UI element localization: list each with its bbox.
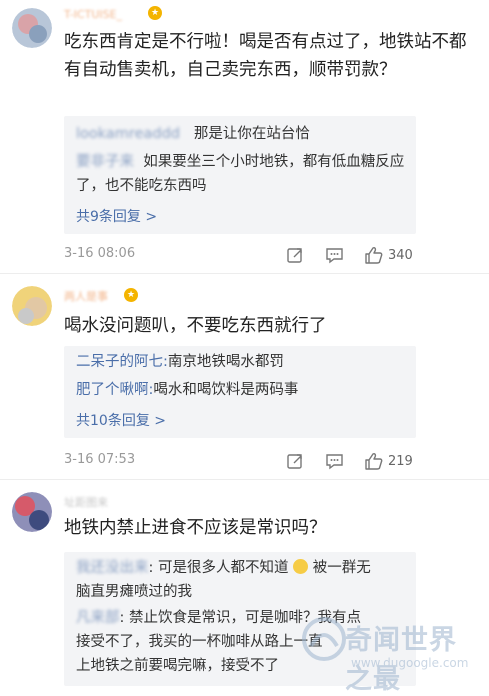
emoji-icon — [293, 559, 309, 574]
share-icon[interactable] — [286, 244, 304, 266]
reply-author[interactable]: lookamreaddd — [76, 126, 180, 142]
like-count: 340 — [388, 247, 413, 263]
comment-meta-row: 3-16 08:06 340 — [64, 244, 469, 266]
like-button[interactable]: 219 — [364, 450, 413, 472]
reply-text: 被一群无 — [312, 560, 371, 576]
reply-author[interactable]: 二呆子的阿七: — [76, 354, 168, 370]
timestamp: 3-16 08:06 — [64, 246, 136, 261]
like-button[interactable]: 340 — [364, 244, 413, 266]
reply-text: 脑直男瘫喷过的我 — [76, 584, 192, 600]
comment-text: 喝水没问题叭，不要吃东西就行了 — [64, 316, 327, 336]
reply-icon[interactable] — [325, 450, 344, 472]
reply-box: 二呆子的阿七:南京地铁喝水都罚 肥了个啾啊:喝水和喝饮料是两码事 共10条回复 … — [64, 346, 416, 438]
thumbs-up-icon — [365, 247, 383, 264]
reply-icon[interactable] — [325, 244, 344, 266]
like-count: 219 — [388, 453, 413, 469]
avatar[interactable] — [12, 492, 52, 532]
comment-username[interactable]: 址距图来 — [64, 494, 108, 510]
reply-author[interactable]: 凡来部 — [76, 610, 120, 626]
reply-item-continuation: 脑直男瘫喷过的我 — [76, 580, 408, 604]
reply-item[interactable]: 我还没出来: 可是很多人都不知道 被一群无 — [76, 556, 408, 580]
reply-item[interactable]: 肥了个啾啊:喝水和喝饮料是两码事 — [76, 378, 408, 402]
reply-box: lookamreaddd 那是让你在站台恰 要非子来 如果要坐三个小时地铁，都有… — [64, 116, 416, 234]
reply-author[interactable]: 肥了个啾啊: — [76, 382, 153, 398]
reply-item[interactable]: 要非子来 如果要坐三个小时地铁，都有低血糖反应了，也不能吃东西吗 — [76, 150, 408, 198]
avatar[interactable] — [12, 8, 52, 48]
comment-card: T-ICTUISE_ ★ 吃东西肯定是不行啦！喝是否有点过了，地铁站不都有自动售… — [0, 0, 489, 274]
vip-badge-icon: ★ — [124, 288, 138, 302]
thumbs-up-icon — [365, 453, 383, 470]
watermark-logo-icon — [302, 617, 346, 661]
reply-text: 接受不了，我买的一杯咖啡从路上一直 — [76, 634, 323, 650]
reply-text: 上地铁之前要喝完嘛，接受不了 — [76, 658, 279, 674]
view-all-replies-link[interactable]: 共9条回复 > — [76, 206, 157, 226]
comment-text: 地铁内禁止进食不应该是常识吗？ — [64, 518, 327, 538]
comment-text: 吃东西肯定是不行啦！喝是否有点过了，地铁站不都有自动售卖机，自己卖完东西，顺带罚… — [64, 32, 467, 80]
site-watermark: 奇闻世界之最 www.dugoogle.com — [301, 612, 481, 695]
reply-text: 南京地铁喝水都罚 — [167, 354, 284, 370]
share-icon[interactable] — [286, 450, 304, 472]
vip-badge-icon: ★ — [148, 6, 162, 20]
comment-username[interactable]: 两人是事 — [64, 288, 108, 304]
comment-card: 两人是事 ★ 喝水没问题叭，不要吃东西就行了 二呆子的阿七:南京地铁喝水都罚 肥… — [0, 274, 489, 480]
reply-text: 那是让你在站台恰 — [193, 126, 310, 142]
reply-item[interactable]: lookamreaddd 那是让你在站台恰 — [76, 122, 408, 146]
comment-meta-row: 3-16 07:53 219 — [64, 450, 469, 472]
reply-text: 喝水和喝饮料是两码事 — [153, 382, 299, 398]
reply-item[interactable]: 二呆子的阿七:南京地铁喝水都罚 — [76, 350, 408, 374]
watermark-url: www.dugoogle.com — [351, 656, 469, 670]
reply-author[interactable]: 要非子来 — [76, 154, 134, 170]
reply-author[interactable]: 我还没出来 — [76, 560, 149, 576]
view-all-replies-link[interactable]: 共10条回复 > — [76, 410, 166, 430]
reply-text: : 可是很多人都不知道 — [148, 560, 289, 576]
timestamp: 3-16 07:53 — [64, 452, 136, 467]
avatar[interactable] — [12, 286, 52, 326]
comment-username[interactable]: T-ICTUISE_ — [64, 8, 122, 21]
